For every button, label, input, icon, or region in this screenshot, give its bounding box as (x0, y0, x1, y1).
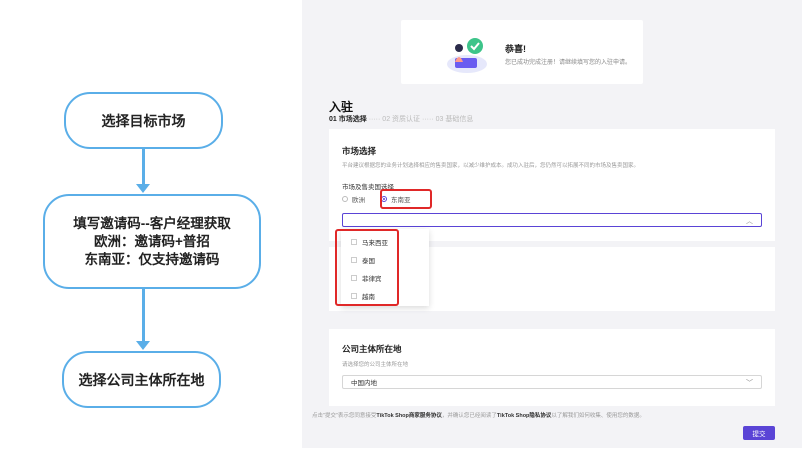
flow-arrow-2-head (136, 341, 150, 350)
company-location-value: 中国内地 (351, 380, 377, 387)
radio-option-europe[interactable]: 欧洲 (342, 194, 365, 204)
onboarding-panel: 恭喜! 您已成功完成注册！请继续填写您的入驻申请。 入驻 01 市场选择 ···… (302, 0, 802, 448)
flow-step-1-text: 选择目标市场 (101, 112, 186, 129)
flow-arrow-2 (142, 289, 145, 342)
submit-button[interactable]: 提交 (743, 426, 775, 440)
radio-label-europe: 欧洲 (352, 197, 365, 204)
step-separator: ····· (368, 116, 381, 123)
step-separator: ····· (421, 116, 434, 123)
flow-step-company-location: 选择公司主体所在地 (62, 351, 221, 408)
company-section-title: 公司主体所在地 (342, 344, 402, 354)
success-illustration (447, 38, 487, 73)
market-section-description: 平台建议根据您的业务计划选择相应的售卖国家，以减少维护成本。成功入驻后，您仍然可… (342, 163, 640, 169)
privacy-policy-link[interactable]: TikTok Shop隐私协议 (497, 413, 552, 419)
market-section-title: 市场选择 (342, 146, 377, 156)
company-location-card: 公司主体所在地 请选择您的公司主体所在地 中国内地 ﹀ (329, 329, 775, 406)
flow-step-2-line-3: 东南亚：仅支持邀请码 (84, 251, 220, 267)
radio-circle-icon (342, 196, 348, 202)
chevron-down-icon: ﹀ (746, 380, 753, 387)
company-location-select[interactable]: 中国内地 ﹀ (342, 375, 762, 389)
market-selection-card: 市场选择 平台建议根据您的业务计划选择相应的售卖国家，以减少维护成本。成功入驻后… (329, 129, 775, 241)
flow-step-2-line-2: 欧洲：邀请码+普招 (94, 233, 210, 249)
highlight-southeast-asia (380, 189, 432, 209)
flow-step-3-text: 选择公司主体所在地 (78, 371, 205, 388)
service-agreement-link[interactable]: TikTok Shop商家服务协议 (376, 413, 442, 419)
flow-arrow-1-head (136, 184, 150, 193)
flow-arrow-1 (142, 149, 145, 185)
flow-step-invite-code: 填写邀请码--客户经理获取 欧洲：邀请码+普招 东南亚：仅支持邀请码 (43, 194, 261, 289)
congrats-subtitle: 您已成功完成注册！请继续填写您的入驻申请。 (505, 60, 632, 66)
agreement-post: 以了解我们如何收集、使用您的数据。 (551, 413, 645, 419)
congrats-card: 恭喜! 您已成功完成注册！请继续填写您的入驻申请。 (401, 20, 643, 84)
chevron-up-icon: ︿ (746, 218, 753, 225)
company-section-description: 请选择您的公司主体所在地 (342, 362, 409, 368)
congrats-title: 恭喜! (505, 44, 526, 54)
flow-step-2-line-1: 填写邀请码--客户经理获取 (73, 215, 231, 231)
country-select[interactable]: ︿ (342, 213, 762, 227)
agreement-pre: 点击"提交"表示您同意接受 (312, 413, 377, 419)
highlight-country-list (335, 229, 399, 306)
agreement-text: 点击"提交"表示您同意接受TikTok Shop商家服务协议，并确认您已经阅读了… (312, 411, 645, 419)
agreement-mid: ，并确认您已经阅读了 (441, 413, 497, 419)
page-title: 入驻 (329, 100, 354, 114)
step-indicator: 01 市场选择 ····· 02 资质认证 ····· 03 基础信息 (329, 114, 473, 124)
step-qualification: 02 资质认证 (382, 116, 421, 123)
step-market-selection: 01 市场选择 (329, 116, 367, 123)
flow-step-select-market: 选择目标市场 (64, 92, 223, 149)
check-icon (467, 38, 483, 54)
step-basic-info: 03 基础信息 (435, 116, 474, 123)
